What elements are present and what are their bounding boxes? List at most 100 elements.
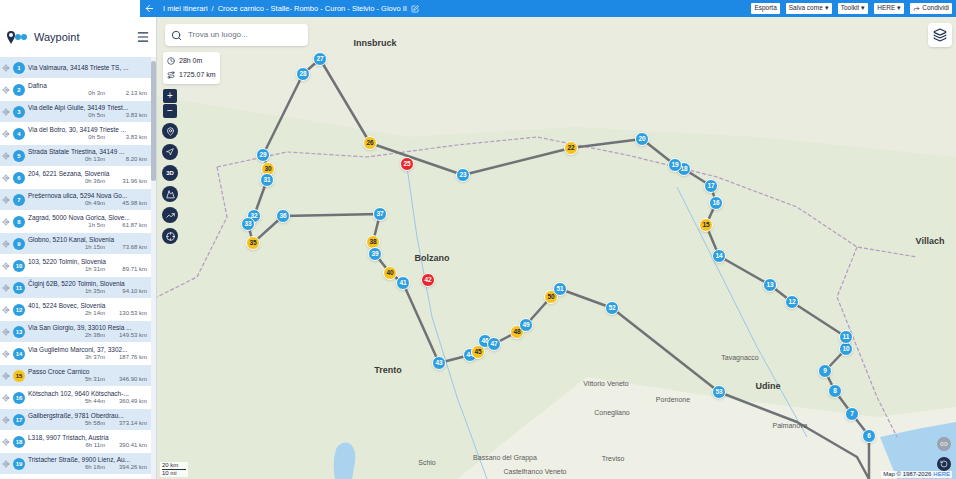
waypoint-row[interactable]: 5Strada Statale Triestina, 34149 ...0h 1…: [0, 145, 151, 167]
back-arrow-icon[interactable]: [144, 3, 155, 14]
pin-button[interactable]: [162, 123, 178, 139]
link-button[interactable]: [937, 437, 951, 451]
map-marker[interactable]: 39: [368, 247, 382, 261]
map-marker[interactable]: 13: [763, 278, 777, 292]
three-d-button[interactable]: 3D: [162, 165, 178, 181]
waypoint-row[interactable]: 10103, 5220 Tolmin, Slovenia1h 31m89.71 …: [0, 255, 151, 277]
map[interactable]: InnsbruckBolzanoTrentoUdineVillachPorden…: [157, 17, 956, 479]
map-marker[interactable]: 23: [456, 168, 470, 182]
map-marker[interactable]: 26: [363, 136, 377, 150]
drag-handle-icon[interactable]: [2, 262, 10, 270]
map-marker[interactable]: 22: [564, 141, 578, 155]
map-marker[interactable]: 42: [421, 273, 435, 287]
drag-handle-icon[interactable]: [2, 438, 10, 446]
toolbar-button[interactable]: Toolkit▾: [838, 3, 868, 14]
drag-handle-icon[interactable]: [2, 86, 10, 94]
map-marker[interactable]: 27: [313, 52, 327, 66]
map-marker[interactable]: 29: [256, 148, 270, 162]
scrollbar[interactable]: [151, 57, 156, 479]
locate-button[interactable]: [162, 228, 178, 244]
zoom-in-button[interactable]: +: [163, 89, 177, 103]
map-marker[interactable]: 16: [709, 196, 723, 210]
drag-handle-icon[interactable]: [2, 394, 10, 402]
waypoint-row[interactable]: 14Via Guglielmo Marconi, 37, 3302...3h 3…: [0, 343, 151, 365]
navigate-button[interactable]: [162, 144, 178, 160]
waypoint-row[interactable]: 19Tristacher Straße, 9900 Lienz, Au...6h…: [0, 453, 151, 475]
map-marker[interactable]: 43: [432, 356, 446, 370]
map-marker[interactable]: 51: [553, 282, 567, 296]
map-marker[interactable]: 9: [818, 364, 832, 378]
waypoint-row[interactable]: 4Via del Botro, 30, 34149 Trieste ...0h …: [0, 123, 151, 145]
waypoint-row[interactable]: 3Via delle Alpi Giulie, 34149 Triest...0…: [0, 101, 151, 123]
map-marker[interactable]: 47: [487, 337, 501, 351]
attribution-link[interactable]: HERE: [933, 471, 950, 478]
elevation-button[interactable]: [162, 207, 178, 223]
search-box[interactable]: Trova un luogo...: [165, 24, 308, 46]
zoom-out-button[interactable]: −: [163, 104, 177, 118]
map-marker[interactable]: 15: [699, 218, 713, 232]
toolbar-button[interactable]: Salva come▾: [786, 3, 832, 14]
hamburger-icon[interactable]: [136, 30, 150, 44]
map-marker[interactable]: 31: [260, 173, 274, 187]
reset-button[interactable]: [937, 457, 951, 471]
waypoint-row[interactable]: 2Dafina0h 3m2.13 km: [0, 79, 151, 101]
map-marker[interactable]: 6: [862, 429, 876, 443]
waypoint-row[interactable]: 12401, 5224 Bovec, Slovenia2h 14m130.53 …: [0, 299, 151, 321]
map-marker[interactable]: 53: [712, 385, 726, 399]
drag-handle-icon[interactable]: [2, 196, 10, 204]
map-marker[interactable]: 20: [635, 132, 649, 146]
waypoint-row[interactable]: 17Gailbergstraße, 9781 Oberdrau...5h 58m…: [0, 409, 151, 431]
drag-handle-icon[interactable]: [2, 108, 10, 116]
drag-handle-icon[interactable]: [2, 460, 10, 468]
waypoint-row[interactable]: 9Globno, 5210 Kanal, Slovenia1h 15m73.68…: [0, 233, 151, 255]
share-button[interactable]: Condividi: [910, 3, 952, 14]
waypoint-row[interactable]: 11Čiginj 62B, 5220 Tolmin, Slovenia1h 35…: [0, 277, 151, 299]
edit-icon[interactable]: [411, 5, 419, 13]
map-marker[interactable]: 36: [276, 209, 290, 223]
terrain-button[interactable]: [162, 186, 178, 202]
waypoint-row[interactable]: 16Kötschach 102, 9640 Kötschach-...5h 44…: [0, 387, 151, 409]
map-marker[interactable]: 10: [839, 342, 853, 356]
scrollbar-thumb[interactable]: [151, 61, 156, 181]
map-marker[interactable]: 17: [704, 179, 718, 193]
map-marker[interactable]: 8: [828, 384, 842, 398]
drag-handle-icon[interactable]: [2, 130, 10, 138]
map-marker[interactable]: 12: [785, 295, 799, 309]
breadcrumb-link[interactable]: I miei itinerari: [163, 3, 208, 14]
waypoint-row[interactable]: 1Via Valmaura, 34148 Trieste TS, ...: [0, 57, 151, 79]
waypoint-row[interactable]: 15Passo Croce Carnico5h 31m346.90 km: [0, 365, 151, 387]
map-marker[interactable]: 49: [519, 318, 533, 332]
waypoint-name: 103, 5220 Tolmin, Slovenia: [28, 258, 149, 266]
waypoint-row[interactable]: 18L318, 9907 Tristach, Austria6h 11m390.…: [0, 431, 151, 453]
map-marker[interactable]: 35: [246, 236, 260, 250]
drag-handle-icon[interactable]: [2, 218, 10, 226]
drag-handle-icon[interactable]: [2, 372, 10, 380]
waypoint-row[interactable]: 7Prešernova ulica, 5294 Nova Go...0h 49m…: [0, 189, 151, 211]
drag-handle-icon[interactable]: [2, 416, 10, 424]
drag-handle-icon[interactable]: [2, 152, 10, 160]
drag-handle-icon[interactable]: [2, 350, 10, 358]
map-marker[interactable]: 33: [241, 217, 255, 231]
drag-handle-icon[interactable]: [2, 174, 10, 182]
drag-handle-icon[interactable]: [2, 306, 10, 314]
map-marker[interactable]: 14: [712, 249, 726, 263]
map-marker[interactable]: 37: [373, 207, 387, 221]
map-marker[interactable]: 19: [668, 158, 682, 172]
map-marker[interactable]: 28: [296, 67, 310, 81]
layers-button[interactable]: [928, 23, 952, 47]
map-marker[interactable]: 11: [839, 330, 853, 344]
drag-handle-icon[interactable]: [2, 328, 10, 336]
map-marker[interactable]: 7: [845, 407, 859, 421]
toolbar-button[interactable]: HERE▾: [874, 3, 904, 14]
map-marker[interactable]: 41: [396, 276, 410, 290]
map-marker[interactable]: 25: [400, 157, 414, 171]
waypoint-row[interactable]: 6204, 6221 Sezana, Slovenia0h 36m31.96 k…: [0, 167, 151, 189]
drag-handle-icon[interactable]: [2, 240, 10, 248]
map-marker[interactable]: 52: [605, 301, 619, 315]
waypoint-row[interactable]: 8Zagrad, 5000 Nova Gorica, Slove...1h 5m…: [0, 211, 151, 233]
drag-handle-icon[interactable]: [2, 64, 10, 72]
toolbar-button[interactable]: Esporta: [751, 3, 779, 14]
drag-handle-icon[interactable]: [2, 284, 10, 292]
map-marker[interactable]: 40: [383, 266, 397, 280]
waypoint-row[interactable]: 13Via San Giorgio, 39, 33010 Resia ...2h…: [0, 321, 151, 343]
